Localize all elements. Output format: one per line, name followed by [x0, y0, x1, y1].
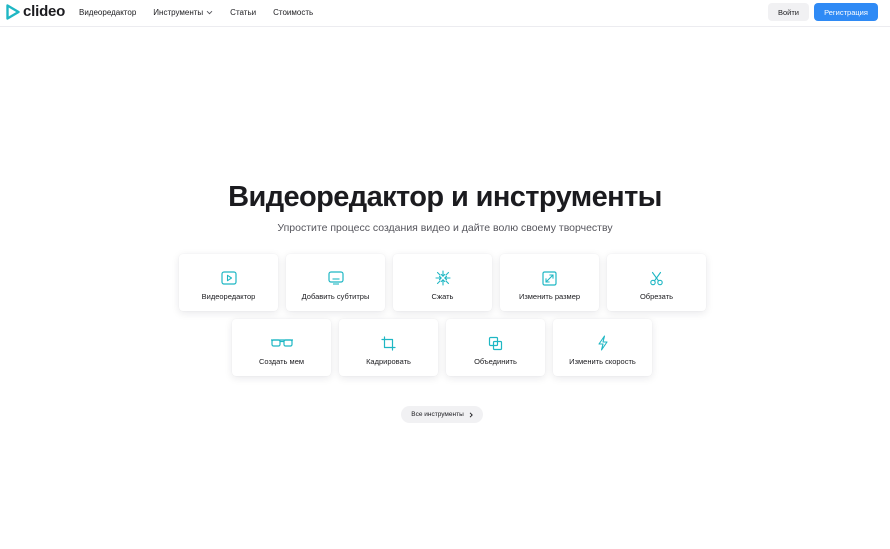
nav-item-label: Статьи — [230, 7, 257, 17]
page-subtitle: Упростите процесс создания видео и дайте… — [277, 222, 613, 234]
tool-card-label: Изменить размер — [518, 292, 581, 301]
tool-card-add-subtitles[interactable]: Добавить субтитры — [286, 254, 385, 311]
tool-card-label: Объединить — [474, 357, 517, 366]
chevron-down-icon — [206, 10, 213, 14]
signup-button[interactable]: Регистрация — [814, 3, 878, 21]
nav-item-label: Инструменты — [153, 7, 204, 17]
tool-card-label: Видеоредактор — [201, 292, 256, 301]
tool-card-label: Изменить скорость — [569, 357, 636, 366]
tool-card-merge[interactable]: Объединить — [446, 319, 545, 376]
main-nav: Видеоредактор Инструменты Статьи Стоимос… — [79, 0, 330, 24]
merge-icon — [488, 335, 504, 351]
header: clideo Видеоредактор Инструменты Статьи … — [0, 0, 890, 27]
tool-card-trim[interactable]: Обрезать — [607, 254, 706, 311]
tool-card-change-speed[interactable]: Изменить скорость — [553, 319, 652, 376]
login-button[interactable]: Войти — [768, 3, 809, 21]
page-title: Видеоредактор и инструменты — [228, 181, 662, 213]
nav-item-label: Видеоредактор — [79, 7, 137, 17]
nav-item-label: Стоимость — [273, 7, 314, 17]
nav-item-video-editor[interactable]: Видеоредактор — [79, 8, 136, 17]
logo[interactable]: clideo — [6, 4, 65, 20]
chevron-right-icon — [469, 411, 473, 418]
tool-card-label: Обрезать — [639, 292, 674, 301]
play-icon — [220, 270, 237, 286]
compress-icon — [434, 270, 451, 286]
scissors-icon — [649, 270, 665, 286]
nav-item-pricing[interactable]: Стоимость — [273, 8, 313, 17]
tool-card-label: Создать мем — [258, 357, 305, 366]
nav-item-articles[interactable]: Статьи — [230, 8, 256, 17]
tool-card-crop[interactable]: Кадрировать — [339, 319, 438, 376]
tool-card-compress[interactable]: Сжать — [393, 254, 492, 311]
subtitles-icon — [327, 270, 344, 286]
glasses-icon — [270, 335, 294, 351]
tool-card-label: Сжать — [431, 292, 454, 301]
all-tools-label: Все инструменты — [411, 411, 464, 418]
tool-card-video-editor[interactable]: Видеоредактор — [179, 254, 278, 311]
logo-text: clideo — [23, 3, 66, 20]
tool-card-resize[interactable]: Изменить размер — [500, 254, 599, 311]
tool-card-label: Кадрировать — [366, 357, 411, 366]
lightning-icon — [595, 335, 611, 351]
crop-icon — [381, 335, 397, 351]
tool-card-meme-maker[interactable]: Создать мем — [232, 319, 331, 376]
nav-item-tools[interactable]: Инструменты — [153, 8, 213, 17]
resize-icon — [542, 270, 558, 286]
all-tools-button[interactable]: Все инструменты — [401, 406, 483, 423]
tool-card-label: Добавить субтитры — [301, 292, 370, 301]
logo-icon — [6, 4, 20, 20]
